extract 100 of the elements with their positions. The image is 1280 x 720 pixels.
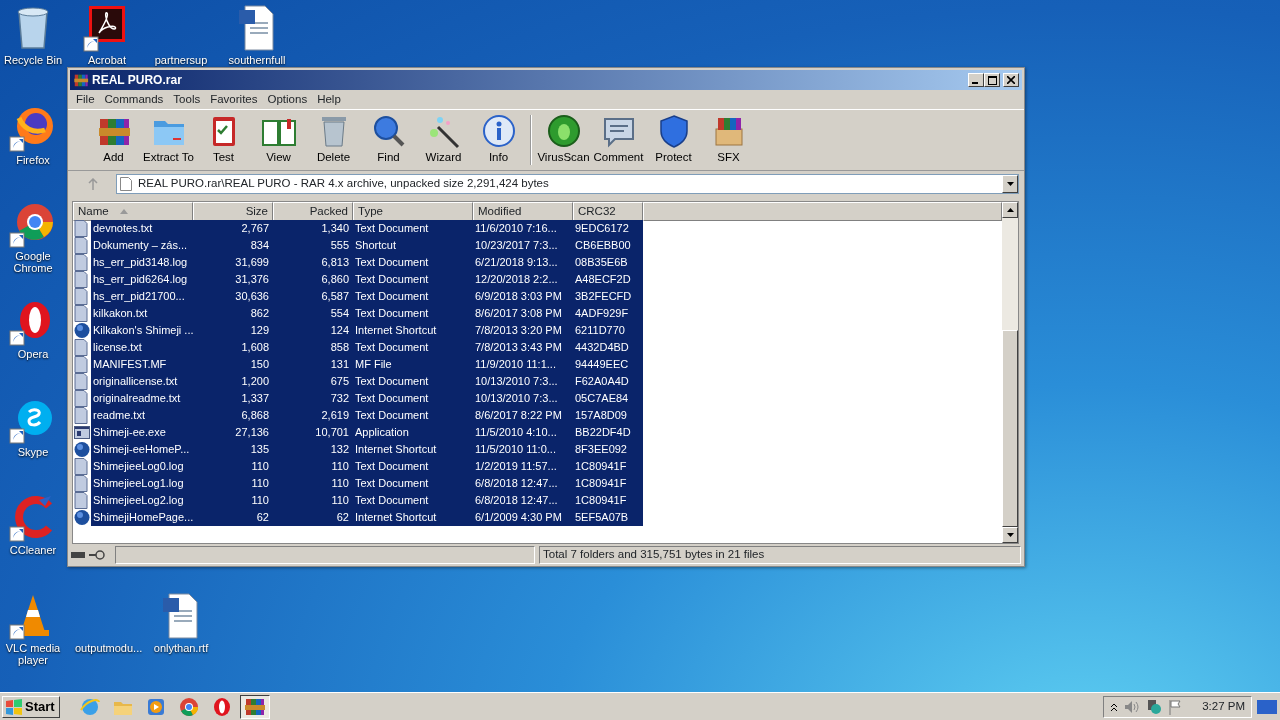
table-cell: Shimeji-ee.exe xyxy=(91,424,201,441)
file-row[interactable]: hs_err_pid3148.log 31,699 6,813 Text Document 6/21/2018 9:13... 08B35E6B xyxy=(73,254,1002,271)
document-icon xyxy=(120,177,132,191)
table-cell: ShimejiHomePage... xyxy=(91,509,201,526)
scrollbar[interactable] xyxy=(1002,202,1018,543)
table-cell: 31,699 xyxy=(201,254,273,271)
desktop-icon-label[interactable]: partnersup xyxy=(154,54,208,66)
file-row[interactable]: originallicense.txt 1,200 675 Text Document 10/13/2010 7:3... F62A0A4D xyxy=(73,373,1002,390)
desktop-icon-label[interactable]: Acrobat xyxy=(88,54,126,66)
table-cell: F62A0A4D xyxy=(573,373,643,390)
table-cell: A48ECF2D xyxy=(573,271,643,288)
caret-icon xyxy=(1006,182,1014,186)
toolbar-button[interactable]: SFX xyxy=(701,113,756,167)
file-row[interactable]: ShimejiHomePage... 62 62 Internet Shortcut 6/1/2009 4:30 PM 5EF5A07B xyxy=(73,509,1002,526)
desktop-icon-label[interactable]: southernfull xyxy=(228,54,286,66)
toolbar-button[interactable]: View xyxy=(251,113,306,167)
scroll-down-button[interactable] xyxy=(1002,527,1018,543)
file-row[interactable]: ShimejieeLog0.log 110 110 Text Document 1/2/2019 11:57... 1C80941F xyxy=(73,458,1002,475)
file-row[interactable]: MANIFEST.MF 150 131 MF File 11/9/2010 11:1... 94449EEC xyxy=(73,356,1002,373)
table-cell: 7/8/2013 3:20 PM xyxy=(473,322,573,339)
file-row[interactable]: license.txt 1,608 858 Text Document 7/8/2013 3:43 PM 4432D4BD xyxy=(73,339,1002,356)
dropdown-button[interactable] xyxy=(1002,175,1018,193)
table-cell: 94449EEC xyxy=(573,356,643,373)
file-row[interactable]: ShimejieeLog1.log 110 110 Text Document 6/8/2018 12:47... 1C80941F xyxy=(73,475,1002,492)
desktop-icon-label[interactable]: onlythan.rtf xyxy=(153,642,209,654)
table-cell: Text Document xyxy=(353,390,473,407)
column-header[interactable]: Type xyxy=(353,202,473,222)
file-row[interactable]: originalreadme.txt 1,337 732 Text Document 10/13/2010 7:3... 05C7AE84 xyxy=(73,390,1002,407)
scroll-up-button[interactable] xyxy=(1002,202,1018,218)
menu-item[interactable]: File xyxy=(71,90,100,109)
menu-item[interactable]: Favorites xyxy=(205,90,263,109)
file-row[interactable]: ShimejieeLog2.log 110 110 Text Document 6/8/2018 12:47... 1C80941F xyxy=(73,492,1002,509)
file-row[interactable]: Kilkakon's Shimeji ... 129 124 Internet Shortcut 7/8/2013 3:20 PM 6211D770 xyxy=(73,322,1002,339)
toolbar-button[interactable]: Wizard xyxy=(416,113,471,167)
flag-icon xyxy=(1168,698,1183,715)
toolbar-button[interactable]: Protect xyxy=(646,113,701,167)
table-cell: 6,587 xyxy=(273,288,353,305)
table-cell: 6/1/2009 4:30 PM xyxy=(473,509,573,526)
table-cell: Internet Shortcut xyxy=(353,441,473,458)
table-cell: 858 xyxy=(273,339,353,356)
column-header[interactable]: Modified xyxy=(473,202,573,222)
scroll-thumb[interactable] xyxy=(1002,330,1018,527)
column-header[interactable]: Name xyxy=(73,202,193,222)
file-row[interactable]: devnotes.txt 2,767 1,340 Text Document 11/6/2010 7:16... 9EDC6172 xyxy=(73,220,1002,237)
drive-icon xyxy=(71,551,85,559)
toolbar-button[interactable]: Comment xyxy=(591,113,646,167)
file-row[interactable]: Dokumenty – zás... 834 555 Shortcut 10/23/2017 7:3... CB6EBB00 xyxy=(73,237,1002,254)
globe-icon xyxy=(74,322,90,339)
toolbar-button[interactable]: Test xyxy=(196,113,251,167)
desktop-icon-label[interactable]: VLC media player xyxy=(1,642,65,666)
books-icon xyxy=(73,72,89,88)
desktop-icon-label[interactable]: Firefox xyxy=(16,154,50,166)
toolbar-button[interactable]: VirusScan xyxy=(536,113,591,167)
toolbar-button[interactable]: Find xyxy=(361,113,416,167)
start-button[interactable]: Start xyxy=(2,695,60,718)
desktop-icon-label[interactable]: Recycle Bin xyxy=(3,54,63,66)
file-row[interactable]: kilkakon.txt 862 554 Text Document 8/6/2017 3:08 PM 4ADF929F xyxy=(73,305,1002,322)
desktop-icon-label[interactable]: Opera xyxy=(17,348,49,360)
bug-icon xyxy=(545,113,582,150)
globe-icon xyxy=(74,509,90,526)
menu-item[interactable]: Help xyxy=(312,90,346,109)
desktop-icon xyxy=(1257,699,1277,714)
menu-item[interactable]: Commands xyxy=(99,90,169,109)
file-row[interactable]: Shimeji-eeHomeP... 135 132 Internet Shortcut 11/5/2010 11:0... 8F3EE092 xyxy=(73,441,1002,458)
desktop-icon-label[interactable]: Google Chrome xyxy=(1,250,65,274)
caret-icon xyxy=(1006,533,1014,537)
file-row[interactable]: hs_err_pid21700... 30,636 6,587 Text Document 6/9/2018 3:03 PM 3B2FECFD xyxy=(73,288,1002,305)
column-header[interactable]: CRC32 xyxy=(573,202,643,222)
file-row[interactable]: hs_err_pid6264.log 31,376 6,860 Text Document 12/20/2018 2:2... A48ECF2D xyxy=(73,271,1002,288)
table-cell: readme.txt xyxy=(91,407,201,424)
minimize-button[interactable] xyxy=(968,73,985,87)
maximize-button[interactable] xyxy=(984,73,1001,87)
toolbar-button[interactable]: Extract To xyxy=(141,113,196,167)
maximize-icon xyxy=(987,75,997,85)
table-cell: 8F3EE092 xyxy=(573,441,643,458)
table-cell: 08B35E6B xyxy=(573,254,643,271)
file-row[interactable]: readme.txt 6,868 2,619 Text Document 8/6/2017 8:22 PM 157A8D09 xyxy=(73,407,1002,424)
table-cell: 157A8D09 xyxy=(573,407,643,424)
table-cell: 10,701 xyxy=(273,424,353,441)
taskbar-button[interactable] xyxy=(239,694,270,719)
toolbar-button[interactable]: Add xyxy=(86,113,141,167)
address-field[interactable]: REAL PURO.rar\REAL PURO - RAR 4.x archive, unpacked size 2,291,424 bytes xyxy=(116,174,1019,194)
table-cell: 2,619 xyxy=(273,407,353,424)
table-cell: Text Document xyxy=(353,305,473,322)
close-button[interactable] xyxy=(1003,73,1019,87)
table-cell: 1/2/2019 11:57... xyxy=(473,458,573,475)
table-cell: Text Document xyxy=(353,254,473,271)
table-cell: 129 xyxy=(201,322,273,339)
menu-item[interactable]: Tools xyxy=(168,90,206,109)
column-header[interactable]: Packed xyxy=(273,202,353,222)
column-header[interactable]: Size xyxy=(193,202,273,222)
table-cell: 110 xyxy=(273,458,353,475)
table-cell: 30,636 xyxy=(201,288,273,305)
desktop-icon-label[interactable]: CCleaner xyxy=(9,544,57,556)
toolbar-button[interactable]: Delete xyxy=(306,113,361,167)
toolbar-button[interactable]: Info xyxy=(471,113,526,167)
file-row[interactable]: Shimeji-ee.exe 27,136 10,701 Application 11/5/2010 4:10... BB22DF4D xyxy=(73,424,1002,441)
desktop-icon-label[interactable]: Skype xyxy=(17,446,49,458)
table-cell: CB6EBB00 xyxy=(573,237,643,254)
menu-item[interactable]: Options xyxy=(262,90,313,109)
